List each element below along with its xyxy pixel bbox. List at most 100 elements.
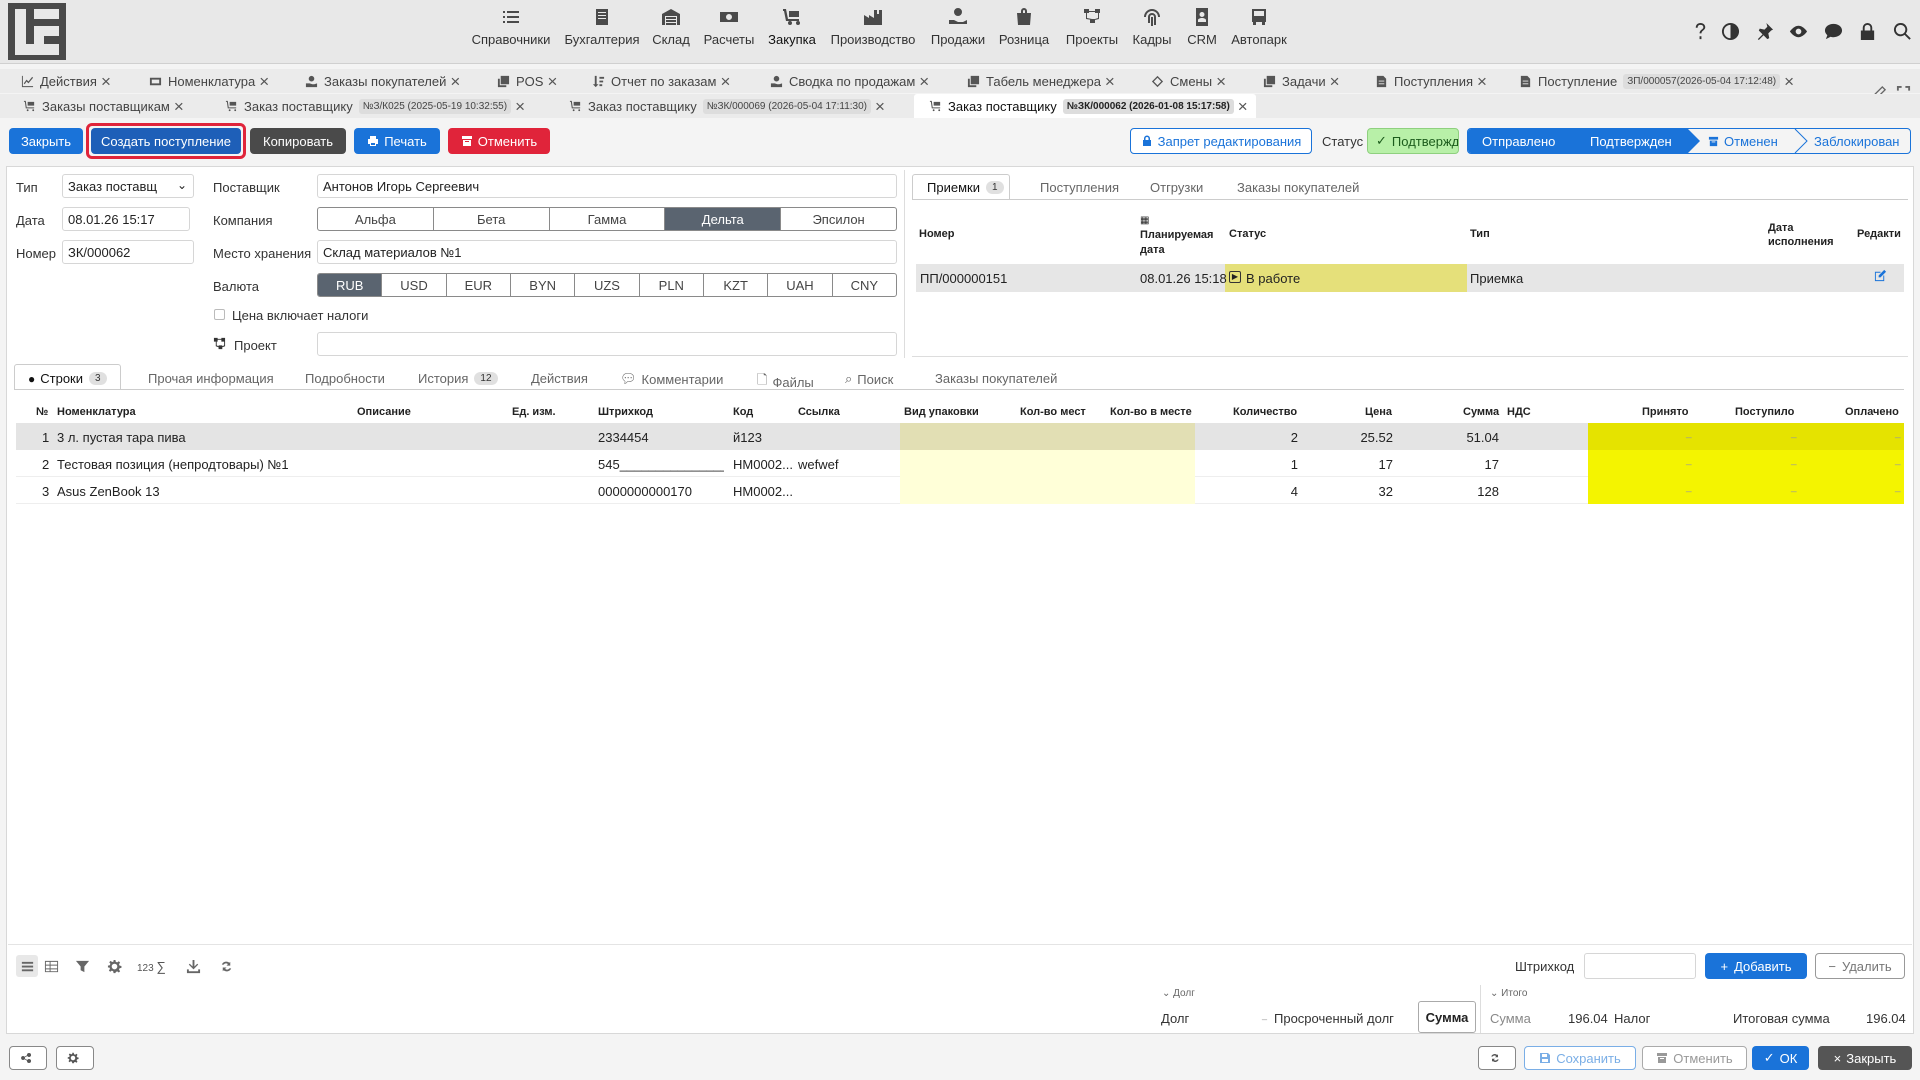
- nav-warehouse[interactable]: Склад: [648, 6, 694, 56]
- pin-icon[interactable]: [1753, 20, 1775, 42]
- close-icon[interactable]: ×: [450, 73, 460, 90]
- tab-history[interactable]: История 12: [418, 371, 498, 386]
- sum-button[interactable]: Сумма: [1418, 1001, 1476, 1033]
- save-button[interactable]: Сохранить: [1524, 1046, 1636, 1070]
- line-price[interactable]: 17: [1355, 457, 1393, 472]
- eye-icon[interactable]: [1787, 20, 1809, 42]
- tab-shipments[interactable]: Отгрузки: [1150, 180, 1203, 195]
- list-view-icon[interactable]: [16, 955, 38, 977]
- share-button[interactable]: [9, 1046, 47, 1070]
- close-icon[interactable]: ×: [174, 98, 184, 115]
- nav-purchasing[interactable]: Закупка: [766, 6, 818, 56]
- currency-option-uah[interactable]: UAH: [768, 274, 833, 296]
- help-icon[interactable]: [1689, 20, 1711, 42]
- theme-toggle-icon[interactable]: [1719, 20, 1741, 42]
- close-icon[interactable]: ×: [1105, 73, 1115, 90]
- company-option-delta[interactable]: Дельта: [665, 208, 782, 230]
- date-field[interactable]: 08.01.26 15:17: [62, 207, 190, 231]
- tab-supplier-order-k025[interactable]: Заказ поставщику №З/К025 (2025-05-19 10:3…: [224, 94, 525, 118]
- tab-receipt-document[interactable]: Поступление ЗП/000057(2026-05-04 17:12:48…: [1518, 69, 1794, 93]
- tab-supplier-orders[interactable]: Заказы поставщикам ×: [22, 94, 184, 118]
- company-selector[interactable]: Альфа Бета Гамма Дельта Эпсилон: [317, 207, 897, 231]
- currency-option-byn[interactable]: BYN: [511, 274, 576, 296]
- line-link[interactable]: wefwef: [798, 457, 838, 472]
- status-badge[interactable]: ✓ Подтвержд: [1367, 128, 1459, 154]
- tab-supplier-order-000062[interactable]: Заказ поставщику №ЗК/000062 (2026-01-08 1…: [914, 94, 1256, 118]
- close-icon[interactable]: ×: [547, 73, 557, 90]
- storage-field[interactable]: Склад материалов №1: [317, 240, 897, 264]
- tab-manager-timesheet[interactable]: Табель менеджера ×: [966, 69, 1115, 93]
- create-receipt-button[interactable]: Создать поступление: [91, 128, 241, 154]
- currency-option-usd[interactable]: USD: [382, 274, 447, 296]
- stage-cancelled[interactable]: Отменен: [1708, 134, 1778, 149]
- cancel-changes-button[interactable]: Отменить: [1642, 1046, 1747, 1070]
- refresh-swap-icon[interactable]: [215, 955, 237, 977]
- nav-accounting[interactable]: Бухгалтерия: [562, 6, 642, 56]
- line-item[interactable]: Тестовая позиция (непродтовары) №1: [57, 457, 289, 472]
- company-option-alpha[interactable]: Альфа: [318, 208, 434, 230]
- download-icon[interactable]: [182, 955, 204, 977]
- add-line-button[interactable]: + Добавить: [1705, 953, 1807, 979]
- gear-icon[interactable]: [103, 955, 125, 977]
- tab-actions[interactable]: Действия ×: [20, 69, 111, 93]
- sum-toggle[interactable]: 123 ∑: [137, 959, 166, 974]
- reload-button[interactable]: [1478, 1046, 1516, 1070]
- company-option-beta[interactable]: Бета: [434, 208, 550, 230]
- tab-shifts[interactable]: Смены ×: [1150, 69, 1226, 93]
- tab-related-receipts[interactable]: Поступления: [1040, 180, 1119, 195]
- filter-icon[interactable]: [71, 955, 93, 977]
- print-button[interactable]: Печать: [354, 128, 440, 154]
- lock-icon[interactable]: [1856, 20, 1878, 42]
- line-price[interactable]: 32: [1355, 484, 1393, 499]
- currency-selector[interactable]: RUB USD EUR BYN UZS PLN KZT UAH CNY: [317, 273, 897, 297]
- total-section-toggle[interactable]: ⌄ Итого: [1490, 988, 1527, 999]
- nav-projects[interactable]: Проекты: [1062, 6, 1122, 56]
- copy-button[interactable]: Копировать: [250, 128, 346, 154]
- close-icon[interactable]: ×: [919, 73, 929, 90]
- stage-sent[interactable]: Отправлено: [1482, 134, 1555, 149]
- tab-supplier-order-000069[interactable]: Заказ поставщику №ЗК/000069 (2026-05-04 1…: [568, 94, 885, 118]
- close-icon[interactable]: ×: [1784, 73, 1794, 90]
- tab-lines-customer-orders[interactable]: Заказы покупателей: [935, 371, 1057, 386]
- close-icon[interactable]: ×: [515, 98, 525, 115]
- nav-hr[interactable]: Кадры: [1130, 6, 1174, 56]
- line-item[interactable]: 3 л. пустая тара пива: [57, 430, 186, 445]
- tab-receipts[interactable]: Поступления ×: [1374, 69, 1487, 93]
- close-icon[interactable]: ×: [259, 73, 269, 90]
- close-icon[interactable]: ×: [720, 73, 730, 90]
- tab-lines[interactable]: ● Строки 3: [28, 371, 107, 386]
- edit-icon[interactable]: [1874, 269, 1888, 283]
- currency-option-pln[interactable]: PLN: [640, 274, 704, 296]
- close-icon[interactable]: ×: [101, 73, 111, 90]
- nav-sales[interactable]: Продажи: [928, 6, 988, 56]
- line-quantity[interactable]: 1: [1288, 457, 1298, 472]
- close-icon[interactable]: ×: [875, 98, 885, 115]
- tab-customer-orders[interactable]: Заказы покупателей ×: [304, 69, 460, 93]
- supplier-field[interactable]: Антонов Игорь Сергеевич: [317, 174, 897, 198]
- tab-sales-summary[interactable]: Сводка по продажам ×: [769, 69, 929, 93]
- company-option-epsilon[interactable]: Эпсилон: [781, 208, 896, 230]
- tab-line-actions[interactable]: Действия: [531, 371, 588, 386]
- nav-crm[interactable]: CRM: [1180, 6, 1224, 56]
- stage-blocked[interactable]: Заблокирован: [1814, 134, 1899, 149]
- search-icon[interactable]: [1891, 20, 1913, 42]
- chat-icon[interactable]: [1822, 20, 1844, 42]
- tab-nomenclature[interactable]: Номенклатура ×: [148, 69, 269, 93]
- grid-view-icon[interactable]: [40, 955, 62, 977]
- app-logo[interactable]: [8, 3, 66, 60]
- tab-details[interactable]: Подробности: [305, 371, 385, 386]
- delete-line-button[interactable]: − Удалить: [1815, 953, 1905, 979]
- nav-settlements[interactable]: Расчеты: [700, 6, 758, 56]
- barcode-input[interactable]: [1584, 953, 1696, 979]
- type-select[interactable]: Заказ поставщ ⌄: [62, 174, 194, 198]
- currency-option-uzs[interactable]: UZS: [575, 274, 640, 296]
- tab-tasks[interactable]: Задачи ×: [1262, 69, 1340, 93]
- tab-related-customer-orders[interactable]: Заказы покупателей: [1237, 180, 1359, 195]
- currency-option-eur[interactable]: EUR: [447, 274, 511, 296]
- ok-button[interactable]: ✓ ОК: [1752, 1046, 1809, 1070]
- tab-comments[interactable]: 💬︎ Комментарии: [620, 371, 723, 387]
- company-option-gamma[interactable]: Гамма: [550, 208, 666, 230]
- stage-confirmed[interactable]: Подтвержден: [1590, 134, 1672, 149]
- line-quantity[interactable]: 2: [1288, 430, 1298, 445]
- currency-option-rub[interactable]: RUB: [318, 274, 383, 296]
